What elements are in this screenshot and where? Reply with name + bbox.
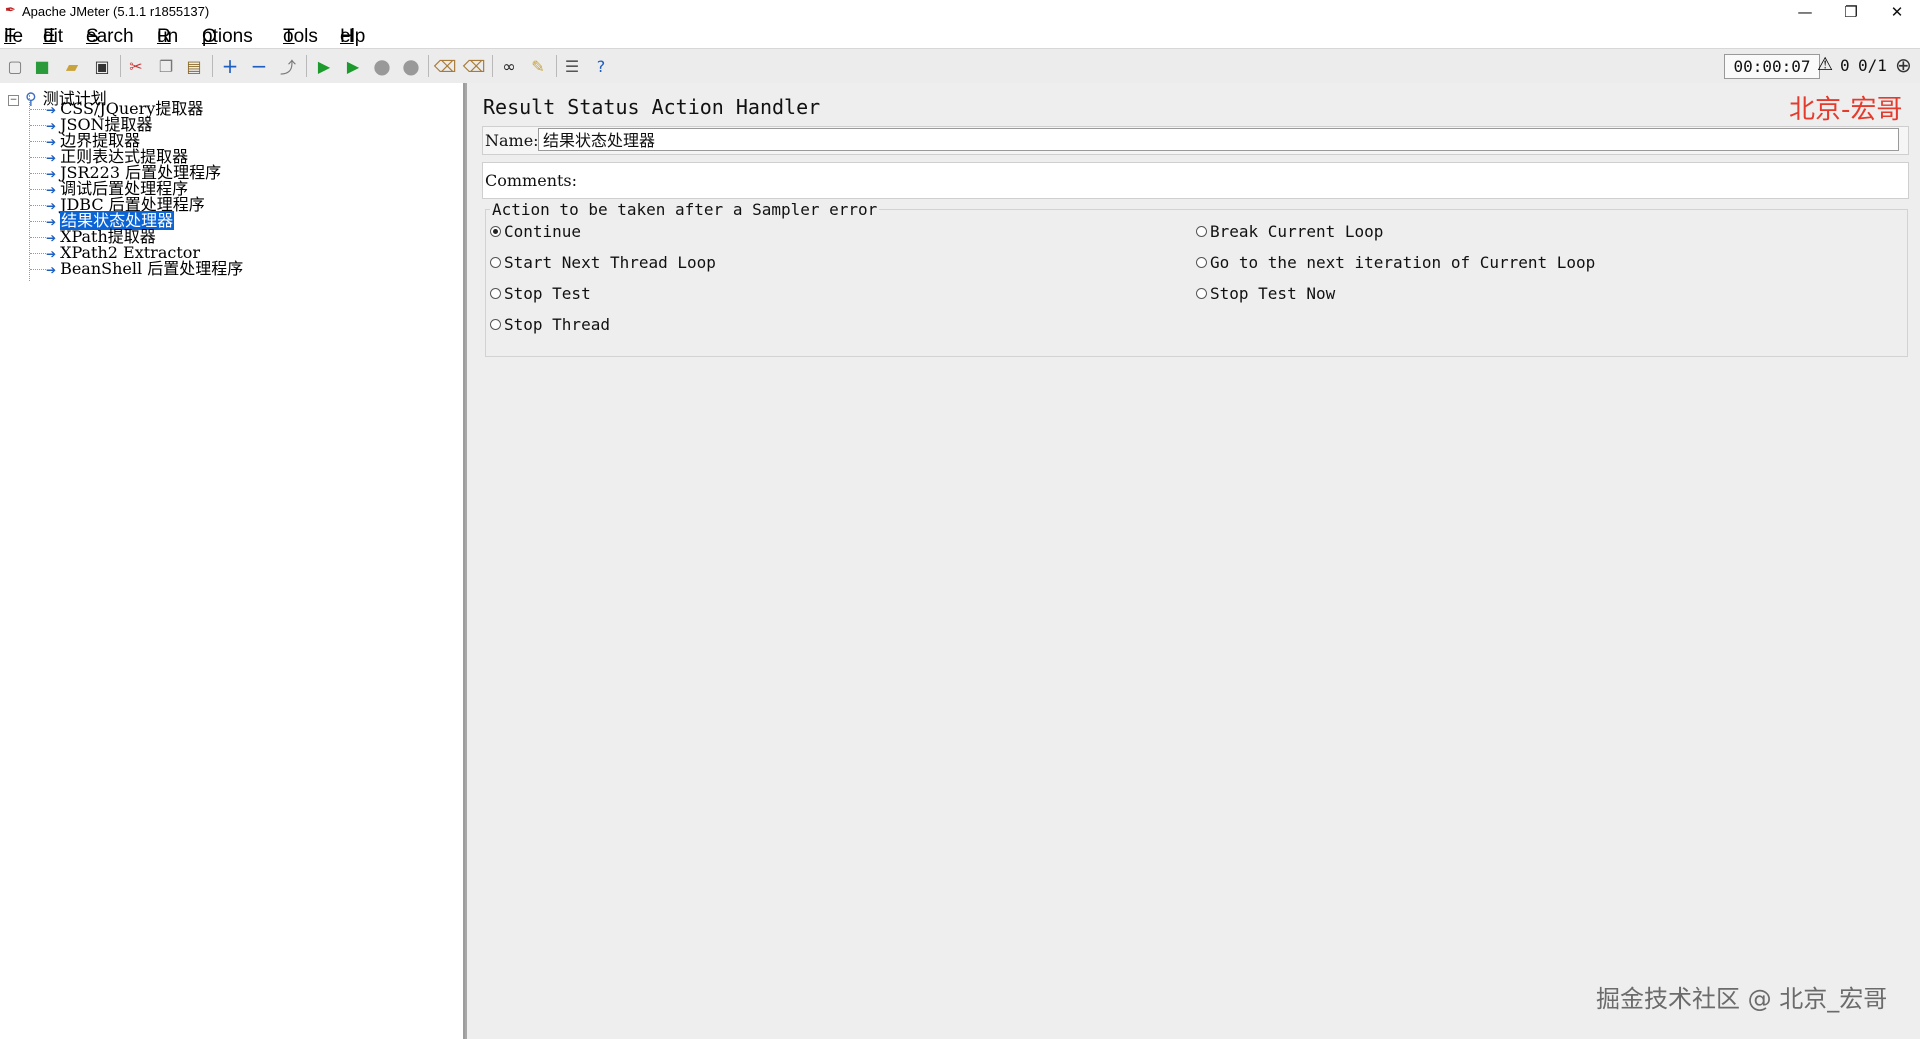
post-processor-icon: ➔ [46,231,57,245]
radio-go-next-iteration[interactable]: Go to the next iteration of Current Loop [1196,253,1595,272]
group-title: Action to be taken after a Sampler error [490,200,880,219]
watermark-top: 北京-宏哥 [1789,95,1903,125]
error-count: 0 [1840,56,1850,75]
name-row: Name: 结果状态处理器 [482,126,1909,155]
start-no-pauses-icon[interactable]: ▶ [342,55,364,77]
post-processor-icon: ➔ [46,247,57,261]
restore-button[interactable]: ❐ [1828,0,1874,24]
minimize-button[interactable]: — [1782,0,1828,24]
paste-icon[interactable]: ▤ [183,55,205,77]
sampler-error-action-group: Action to be taken after a Sampler error… [485,200,1908,357]
name-input[interactable]: 结果状态处理器 [538,128,1899,151]
radio-unselected-icon[interactable] [490,257,501,268]
templates-icon[interactable]: ■ [31,55,53,77]
radio-unselected-icon[interactable] [1196,288,1207,299]
radio-unselected-icon[interactable] [490,288,501,299]
radio-selected-icon[interactable] [490,226,501,237]
radio-unselected-icon[interactable] [490,319,501,330]
element-editor-panel: Result Status Action Handler 北京-宏哥 Name:… [465,83,1920,1039]
toolbar: ▢ ■ ▰ ▣ ✂ ❐ ▤ + − ⤴ ▶ ▶ ● ● ⌫ ⌫ ∞ ✎ ☰ ? … [0,48,1920,84]
warning-icon[interactable]: ⚠ [1817,54,1833,75]
help-icon[interactable]: ? [590,55,612,77]
reset-search-icon[interactable]: ✎ [527,55,549,77]
collapse-node-icon[interactable]: − [8,95,19,106]
stop-icon[interactable]: ● [371,54,393,78]
radio-unselected-icon[interactable] [1196,226,1207,237]
post-processor-icon: ➔ [46,151,57,165]
remote-globe-icon[interactable]: ⊕ [1895,53,1912,77]
copy-icon[interactable]: ❐ [155,55,177,77]
save-icon[interactable]: ▣ [91,55,113,77]
post-processor-icon: ➔ [46,199,57,213]
post-processor-icon: ➔ [46,119,57,133]
function-helper-icon[interactable]: ☰ [561,55,583,77]
shutdown-icon[interactable]: ● [400,54,422,78]
search-binoculars-icon[interactable]: ∞ [498,55,520,77]
expand-icon[interactable]: + [219,54,241,78]
comments-label: Comments: [485,171,578,190]
title-bar: ✒ Apache JMeter (5.1.1 r1855137) — ❐ ✕ [0,0,1920,24]
radio-stop-thread[interactable]: Stop Thread [490,315,610,334]
toggle-icon[interactable]: ⤴ [277,55,299,77]
post-processor-icon: ➔ [46,103,57,117]
start-icon[interactable]: ▶ [313,55,335,77]
post-processor-icon: ➔ [46,183,57,197]
radio-continue[interactable]: Continue [490,222,581,241]
clear-all-icon[interactable]: ⌫ [463,55,486,77]
radio-stop-test[interactable]: Stop Test [490,284,591,303]
tree-item[interactable]: ➔ BeanShell 后置处理程序 [30,261,243,277]
collapse-icon[interactable]: − [248,54,270,78]
cut-icon[interactable]: ✂ [125,55,147,77]
close-button[interactable]: ✕ [1874,0,1920,24]
comments-field[interactable]: Comments: [482,162,1909,199]
radio-break-current-loop[interactable]: Break Current Loop [1196,222,1383,241]
radio-start-next-thread-loop[interactable]: Start Next Thread Loop [490,253,716,272]
post-processor-icon: ➔ [46,215,57,229]
jmeter-feather-icon: ✒ [5,3,16,18]
post-processor-icon: ➔ [46,263,57,277]
clear-icon[interactable]: ⌫ [434,55,457,77]
elapsed-timer: 00:00:07 [1724,54,1820,79]
post-processor-icon: ➔ [46,135,57,149]
test-plan-tree[interactable]: − ⚲ 测试计划 ➔ CSS/JQuery提取器 ➔ JSON提取器 ➔ 边界提取器 ➔ 正… [0,83,465,1039]
menu-bar: File Edit Search Run Options Tools Help [0,24,1920,48]
name-label: Name: [485,131,539,150]
radio-stop-test-now[interactable]: Stop Test Now [1196,284,1335,303]
panel-title: Result Status Action Handler [483,95,821,119]
watermark-bottom: 掘金技术社区 @ 北京_宏哥 [1596,985,1888,1013]
active-threads: 0/1 [1858,56,1887,75]
new-icon[interactable]: ▢ [4,55,26,77]
open-icon[interactable]: ▰ [61,55,83,77]
post-processor-icon: ➔ [46,167,57,181]
window-title: Apache JMeter (5.1.1 r1855137) [22,4,210,19]
radio-unselected-icon[interactable] [1196,257,1207,268]
